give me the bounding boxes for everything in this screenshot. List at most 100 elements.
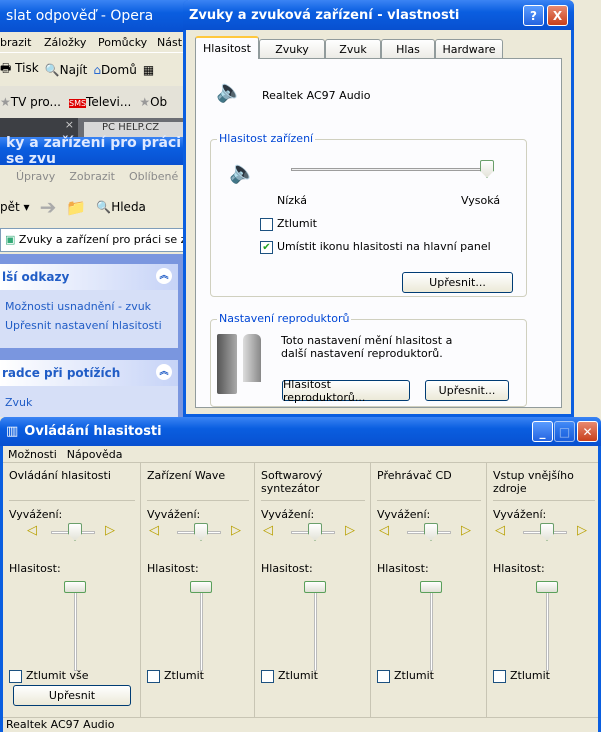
- bookmark-ob[interactable]: ★Ob: [139, 95, 167, 109]
- minimize-button[interactable]: _: [532, 421, 553, 442]
- balance-slider-thumb[interactable]: [424, 523, 438, 541]
- balance-slider-thumb[interactable]: [194, 523, 208, 541]
- menu-help[interactable]: Nást: [157, 36, 182, 49]
- tab-audio[interactable]: Zvuk: [325, 39, 381, 58]
- volume-slider-track[interactable]: [291, 168, 487, 171]
- tab-voice[interactable]: Hlas: [381, 39, 435, 58]
- sms-icon: SMS: [68, 99, 87, 108]
- mute-checkbox[interactable]: Ztlumit vše: [9, 669, 88, 683]
- tray-icon-checkbox[interactable]: ✔ Umístit ikonu hlasitosti na hlavní pane…: [260, 240, 491, 254]
- address-text: Zvuky a zařízení pro práci se zvuk: [18, 233, 190, 246]
- volume-slider-track[interactable]: [314, 581, 317, 671]
- volume-slider-thumb[interactable]: [304, 581, 326, 593]
- close-button[interactable]: X: [547, 5, 568, 26]
- checkbox[interactable]: [261, 669, 274, 683]
- panels-icon[interactable]: ▦: [143, 63, 154, 77]
- volume-slider-thumb[interactable]: [64, 581, 86, 593]
- volume-label: Hlasitost:: [377, 562, 429, 575]
- speaker-description: Toto nastavení mění hlasitost a další na…: [281, 334, 453, 360]
- checkbox[interactable]: [260, 217, 273, 231]
- tab-volume[interactable]: Hlasitost: [195, 36, 259, 59]
- checkbox[interactable]: [377, 669, 390, 683]
- forward-button[interactable]: ➔: [40, 195, 57, 219]
- advanced-button[interactable]: Upřesnit: [13, 685, 131, 706]
- volume-slider-track[interactable]: [546, 581, 549, 671]
- volume-slider-thumb[interactable]: [536, 581, 558, 593]
- back-button[interactable]: pět ▾: [0, 200, 30, 214]
- home-button[interactable]: ⌂Domů: [93, 63, 137, 77]
- volume-slider-thumb[interactable]: [190, 581, 212, 593]
- menu-view[interactable]: brazit: [0, 36, 31, 49]
- mute-checkbox[interactable]: Ztlumit: [147, 669, 204, 683]
- checkbox[interactable]: [147, 669, 160, 683]
- up-folder-icon[interactable]: 📁: [66, 198, 86, 217]
- mixer-status-bar: Realtek AC97 Audio: [3, 717, 598, 732]
- volume-slider-thumb[interactable]: [420, 581, 442, 593]
- menu-edit[interactable]: Úpravy: [16, 170, 55, 187]
- bookmark-tv[interactable]: ★TV pro...: [0, 95, 61, 109]
- print-button[interactable]: 🖶 Tisk: [0, 59, 39, 80]
- volume-slider-thumb[interactable]: [480, 160, 494, 178]
- volume-label: Hlasitost:: [147, 562, 199, 575]
- panel-title: lší odkazy: [2, 270, 70, 284]
- volume-slider-track[interactable]: [430, 581, 433, 671]
- mute-label: Ztlumit: [164, 669, 204, 682]
- advanced-button[interactable]: Upřesnit...: [402, 272, 513, 293]
- close-button[interactable]: ✕: [577, 421, 598, 442]
- checkbox[interactable]: [9, 669, 22, 683]
- group-label: Hlasitost zařízení: [217, 132, 316, 145]
- collapse-icon[interactable]: ︽: [156, 268, 172, 284]
- balance-slider-thumb[interactable]: [68, 523, 82, 541]
- mixer-channels: Ovládání hlasitosti Vyvážení: ◁ ▷ Hlasit…: [3, 463, 598, 717]
- left-speaker-icon: ◁: [495, 523, 505, 538]
- mute-checkbox[interactable]: Ztlumit: [493, 669, 550, 683]
- speaker-icon: 🔈: [216, 79, 244, 104]
- balance-label: Vyvážení:: [9, 508, 63, 521]
- tab-hardware[interactable]: Hardware: [435, 39, 503, 58]
- left-speaker-icon: ◁: [263, 523, 273, 538]
- help-button[interactable]: ?: [523, 5, 544, 26]
- link-advanced-volume[interactable]: Upřesnit nastavení hlasitosti: [0, 313, 178, 332]
- menu-tools[interactable]: Pomůcky: [98, 36, 147, 49]
- link-accessibility[interactable]: Možnosti usnadnění - zvuk: [0, 290, 178, 313]
- mute-label: Ztlumit vše: [26, 669, 89, 682]
- menu-favorites[interactable]: Oblíbené: [129, 170, 178, 187]
- panel-header[interactable]: radce při potížích ︽: [0, 360, 178, 386]
- mute-checkbox[interactable]: Ztlumit: [377, 669, 434, 683]
- right-speaker-icon: ▷: [577, 523, 587, 538]
- device-volume-group: Hlasitost zařízení 🔈 Nízká Vysoká Ztlumi…: [210, 132, 527, 297]
- left-speaker-icon: ◁: [149, 523, 159, 538]
- tab-sounds[interactable]: Zvuky: [259, 39, 325, 58]
- menu-help[interactable]: Nápověda: [67, 448, 123, 462]
- checkbox[interactable]: [493, 669, 506, 683]
- volume-slider-track[interactable]: [200, 581, 203, 671]
- collapse-icon[interactable]: ︽: [156, 364, 172, 380]
- menu-bookmarks[interactable]: Záložky: [44, 36, 86, 49]
- balance-slider-thumb[interactable]: [540, 523, 554, 541]
- mixer-channel: Přehrávač CD Vyvážení: ◁ ▷ Hlasitost: Zt…: [371, 463, 487, 717]
- panel-header[interactable]: lší odkazy ︽: [0, 264, 178, 290]
- speaker-advanced-button[interactable]: Upřesnit...: [425, 380, 509, 401]
- device-name: Realtek AC97 Audio: [262, 89, 371, 102]
- address-bar[interactable]: ▣ Zvuky a zařízení pro práci se zvuk: [0, 228, 190, 252]
- checkbox[interactable]: ✔: [260, 240, 273, 254]
- mixer-title: Ovládání hlasitosti: [24, 424, 162, 439]
- volume-label: Hlasitost:: [9, 562, 61, 575]
- bookmark-televize[interactable]: SMSTelevi...: [68, 95, 131, 109]
- balance-slider-thumb[interactable]: [308, 523, 322, 541]
- find-button[interactable]: 🔍Najít: [45, 63, 88, 77]
- label-high: Vysoká: [461, 194, 501, 207]
- channel-name: Softwarový syntezátor: [261, 469, 323, 495]
- menu-options[interactable]: Možnosti: [8, 448, 57, 462]
- maximize-button[interactable]: □: [554, 421, 575, 442]
- mixer-app-icon: ▥: [6, 424, 19, 439]
- speaker-volume-button[interactable]: Hlasitost reproduktorů...: [282, 378, 410, 404]
- mute-checkbox[interactable]: Ztlumit: [261, 669, 318, 683]
- link-sound[interactable]: Zvuk: [0, 386, 178, 409]
- volume-slider-track[interactable]: [74, 581, 77, 671]
- panel-title: radce při potížích: [2, 366, 121, 380]
- menu-view[interactable]: Zobrazit: [69, 170, 115, 187]
- right-speaker-icon: ▷: [345, 523, 355, 538]
- mute-checkbox[interactable]: Ztlumit: [260, 217, 317, 231]
- search-button[interactable]: 🔍Hleda: [96, 200, 146, 214]
